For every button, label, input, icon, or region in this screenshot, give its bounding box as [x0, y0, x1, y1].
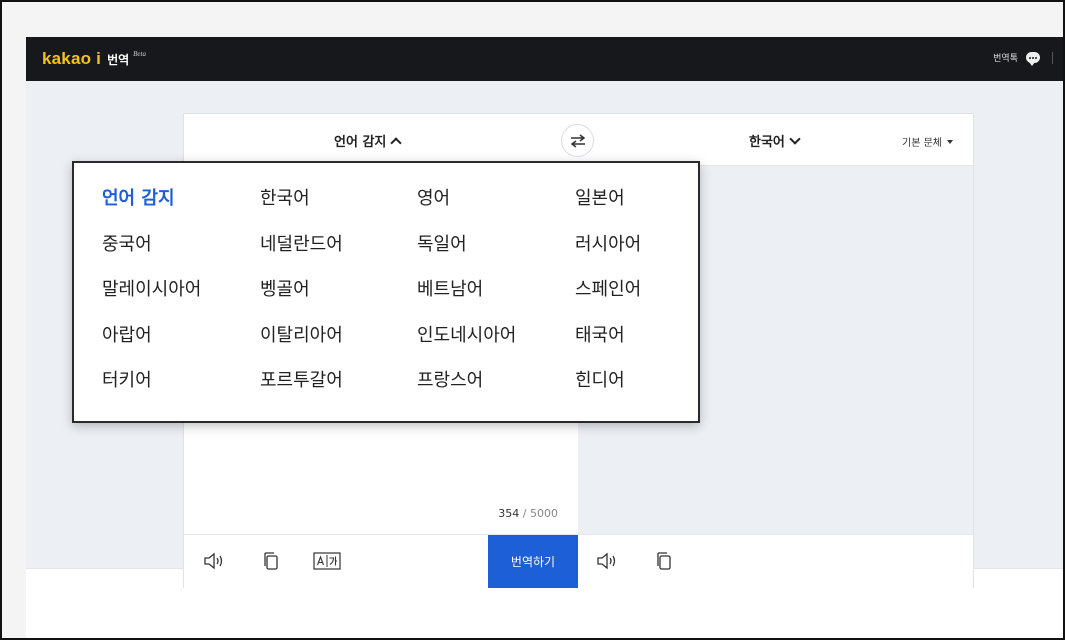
language-option[interactable]: 말레이시아어: [102, 278, 260, 324]
chevron-up-icon: [390, 136, 403, 149]
language-option[interactable]: 일본어: [575, 187, 705, 233]
source-language-dropdown: 언어 감지 한국어 영어 일본어 중국어 네덜란드어 독일어 러시아어 말레이시…: [72, 161, 700, 423]
dictionary-button[interactable]: [312, 549, 342, 573]
language-option-detect[interactable]: 언어 감지: [102, 187, 260, 233]
language-option[interactable]: 영어: [417, 187, 575, 233]
style-selector-label: 기본 문체: [902, 138, 942, 149]
language-option[interactable]: 러시아어: [575, 233, 705, 279]
style-selector[interactable]: 기본 문체: [902, 134, 953, 149]
language-option[interactable]: 스페인어: [575, 278, 705, 324]
source-copy-button[interactable]: [259, 549, 283, 573]
speech-bubble-icon[interactable]: [1026, 52, 1040, 66]
char-count-max: / 5000: [519, 507, 558, 520]
language-option[interactable]: 중국어: [102, 233, 260, 279]
language-option[interactable]: 독일어: [417, 233, 575, 279]
action-bar: 번역하기: [184, 534, 973, 588]
kakao-i-logo[interactable]: kakao i 번역 Beta: [42, 49, 146, 69]
topbar-right: 번역톡: [993, 51, 1053, 66]
char-count-current: 354: [498, 507, 520, 520]
target-language-label: 한국어: [749, 135, 785, 150]
language-option[interactable]: 이탈리아어: [260, 324, 417, 370]
source-language-selector[interactable]: 언어 감지: [334, 131, 403, 150]
beta-mark: Beta: [133, 50, 146, 58]
screenshot-frame: kakao i 번역 Beta 번역톡 언어 감지 한국어 기본 문체 354 …: [0, 0, 1065, 640]
target-listen-button[interactable]: [596, 549, 620, 573]
language-option[interactable]: 힌디어: [575, 369, 705, 415]
swap-languages-button[interactable]: [561, 124, 594, 157]
chevron-down-icon: [789, 133, 801, 145]
top-navigation-bar: kakao i 번역 Beta 번역톡: [26, 37, 1063, 81]
copy-icon: [264, 552, 278, 570]
translate-button[interactable]: 번역하기: [488, 535, 578, 588]
copy-icon: [657, 552, 671, 570]
language-option[interactable]: 태국어: [575, 324, 705, 370]
language-bar: 언어 감지 한국어 기본 문체: [184, 114, 973, 166]
character-counter: 354 / 5000: [498, 507, 558, 520]
source-listen-button[interactable]: [203, 549, 227, 573]
kakao-translator-app: kakao i 번역 Beta 번역톡 언어 감지 한국어 기본 문체 354 …: [26, 37, 1063, 638]
language-option[interactable]: 프랑스어: [417, 369, 575, 415]
target-language-selector[interactable]: 한국어: [749, 131, 801, 150]
source-language-label: 언어 감지: [334, 135, 387, 150]
language-option[interactable]: 터키어: [102, 369, 260, 415]
topbar-divider: [1052, 51, 1053, 64]
caret-down-icon: [947, 139, 953, 144]
logo-brand: kakao i: [42, 49, 102, 68]
language-option[interactable]: 한국어: [260, 187, 417, 233]
language-option[interactable]: 포르투갈어: [260, 369, 417, 415]
language-option[interactable]: 벵골어: [260, 278, 417, 324]
target-copy-button[interactable]: [652, 549, 676, 573]
translation-talk-link[interactable]: 번역톡: [993, 51, 1018, 64]
language-option[interactable]: 인도네시아어: [417, 324, 575, 370]
swap-arrows-icon: [570, 133, 585, 148]
language-option[interactable]: 베트남어: [417, 278, 575, 324]
speaker-icon: [204, 552, 223, 570]
language-option[interactable]: 아랍어: [102, 324, 260, 370]
logo-product-name: 번역: [107, 53, 130, 67]
font-translate-icon: [313, 552, 341, 570]
language-option[interactable]: 네덜란드어: [260, 233, 417, 279]
language-option-grid: 언어 감지 한국어 영어 일본어 중국어 네덜란드어 독일어 러시아어 말레이시…: [102, 187, 705, 415]
speaker-icon: [597, 552, 616, 570]
